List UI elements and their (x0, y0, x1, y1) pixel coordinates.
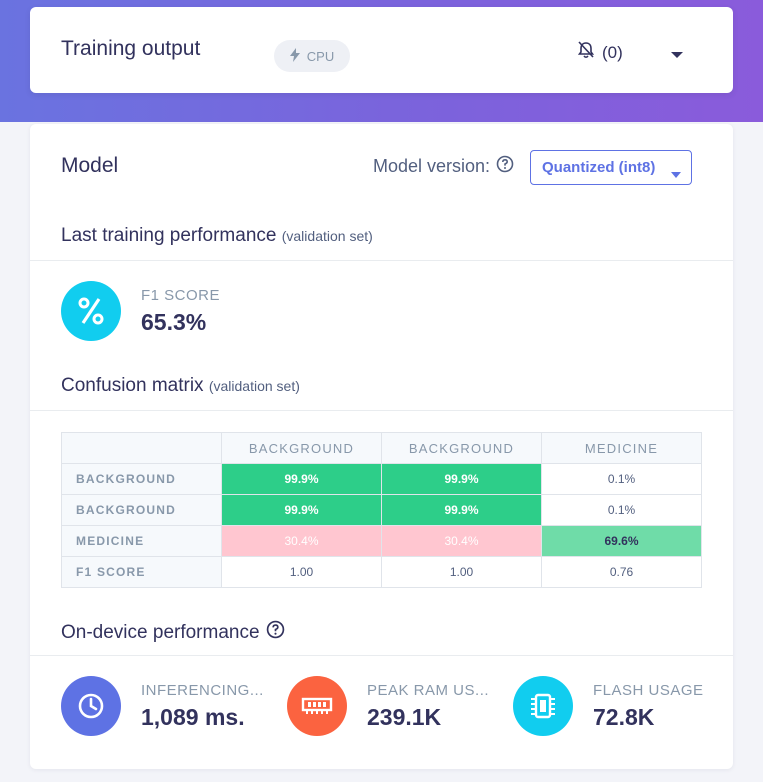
training-performance-title: Last training performance (validation se… (61, 225, 373, 247)
chip-icon (513, 676, 573, 736)
notifications-button[interactable]: (0) (576, 40, 623, 65)
notification-count: (0) (602, 42, 623, 62)
flash-usage-value: 72.8K (593, 703, 655, 730)
percent-icon (61, 281, 121, 341)
inferencing-time-metric: INFERENCING... 1,089 ms. (61, 676, 264, 736)
matrix-cell: 69.6% (541, 525, 702, 557)
table-header-row: BACKGROUND BACKGROUND MEDICINE (61, 432, 702, 464)
model-card: Model Model version: Quantized (int8) La… (30, 124, 733, 769)
header-title: Training output (61, 37, 201, 60)
row-label: BACKGROUND (61, 463, 222, 495)
divider (30, 410, 733, 411)
f1-score-value: 65.3% (141, 308, 207, 335)
training-output-header: Training output CPU (0) (30, 7, 733, 93)
help-icon[interactable] (266, 620, 285, 645)
matrix-cell: 99.9% (221, 494, 382, 526)
model-version-label: Model version: (373, 155, 514, 178)
matrix-cell: 99.9% (381, 463, 542, 495)
training-performance-heading: Last training performance (61, 225, 277, 246)
matrix-cell: 99.9% (381, 494, 542, 526)
row-label: BACKGROUND (61, 494, 222, 526)
cpu-badge: CPU (274, 40, 350, 72)
collapse-toggle[interactable] (670, 47, 684, 58)
f1-cell: 1.00 (381, 556, 542, 588)
column-header: MEDICINE (541, 432, 702, 464)
f1-score-label: F1 SCORE (141, 286, 221, 304)
inferencing-label: INFERENCING... (141, 681, 264, 699)
peak-ram-label: PEAK RAM US... (367, 681, 490, 699)
f1-cell: 1.00 (221, 556, 382, 588)
clock-icon (61, 676, 121, 736)
chevron-down-icon (671, 165, 681, 182)
model-title: Model (61, 154, 119, 177)
confusion-matrix-title: Confusion matrix (validation set) (61, 375, 300, 397)
divider (30, 655, 733, 656)
confusion-matrix-heading: Confusion matrix (61, 375, 204, 396)
model-version-select[interactable]: Quantized (int8) (530, 150, 692, 185)
matrix-cell: 0.1% (541, 463, 702, 495)
flash-usage-metric: FLASH USAGE 72.8K (513, 676, 704, 736)
peak-ram-metric: PEAK RAM US... 239.1K (287, 676, 489, 736)
on-device-performance-heading: On-device performance (61, 621, 260, 643)
inferencing-value: 1,089 ms. (141, 703, 245, 730)
on-device-performance-title: On-device performance (61, 620, 285, 645)
model-version-value: Quantized (int8) (542, 159, 656, 176)
confusion-matrix-table: BACKGROUND BACKGROUND MEDICINE BACKGROUN… (61, 432, 702, 588)
divider (30, 260, 733, 261)
model-version-text: Model version: (373, 156, 491, 176)
confusion-matrix-subtitle: (validation set) (208, 378, 300, 394)
matrix-cell: 30.4% (381, 525, 542, 557)
f1-cell: 0.76 (541, 556, 702, 588)
flash-usage-label: FLASH USAGE (593, 681, 704, 699)
table-row: BACKGROUND 99.9% 99.9% 0.1% (61, 494, 702, 526)
table-row: F1 SCORE 1.00 1.00 0.76 (61, 556, 702, 588)
peak-ram-value: 239.1K (367, 703, 442, 730)
column-header: BACKGROUND (221, 432, 382, 464)
matrix-cell: 30.4% (221, 525, 382, 557)
training-performance-subtitle: (validation set) (281, 228, 373, 244)
ram-icon (287, 676, 347, 736)
matrix-cell: 99.9% (221, 463, 382, 495)
table-row: MEDICINE 30.4% 30.4% 69.6% (61, 525, 702, 557)
table-row: BACKGROUND 99.9% 99.9% 0.1% (61, 463, 702, 495)
row-label: F1 SCORE (61, 556, 222, 588)
row-label: MEDICINE (61, 525, 222, 557)
cpu-badge-label: CPU (306, 48, 335, 64)
help-icon[interactable] (496, 155, 514, 178)
column-header: BACKGROUND (381, 432, 542, 464)
f1-score-metric: F1 SCORE 65.3% (61, 281, 220, 341)
matrix-cell: 0.1% (541, 494, 702, 526)
bell-off-icon (576, 40, 596, 65)
table-corner (61, 432, 222, 464)
lightning-icon (289, 47, 300, 65)
